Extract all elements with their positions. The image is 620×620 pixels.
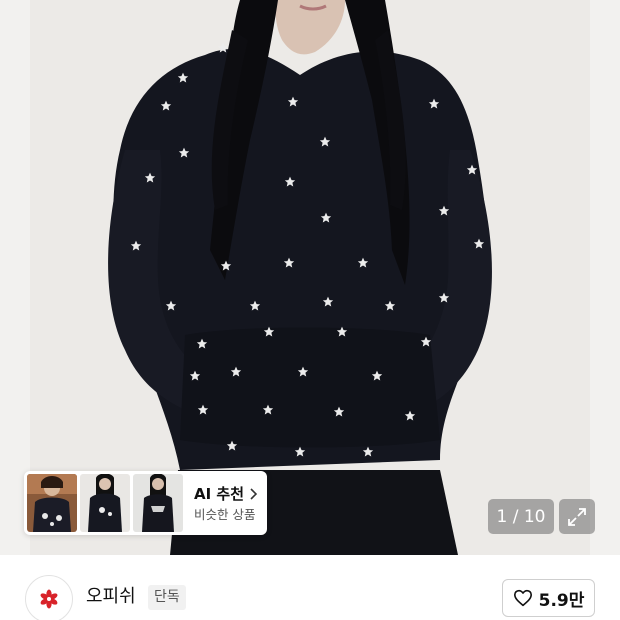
expand-icon	[568, 507, 586, 526]
brand-row: 오피쉬 단독 5.9만	[0, 555, 620, 620]
product-photo[interactable]: AI 추천 비슷한 상품 1 / 10	[0, 0, 620, 555]
ai-recommend-title-row: AI 추천	[194, 484, 258, 504]
similar-item-2-image	[80, 474, 130, 532]
ai-recommend-card[interactable]: AI 추천 비슷한 상품	[24, 471, 267, 535]
exclusive-badge: 단독	[148, 585, 186, 610]
ai-recommend-title: AI 추천	[194, 484, 245, 503]
ai-recommend-text: AI 추천 비슷한 상품	[194, 484, 258, 523]
product-detail-page: AI 추천 비슷한 상품 1 / 10 오피쉬 단독 5.9만	[0, 0, 620, 620]
heart-icon	[513, 589, 532, 607]
similar-item-1-image	[27, 474, 77, 532]
brand-name[interactable]: 오피쉬	[86, 585, 136, 609]
brand-logo[interactable]	[25, 575, 73, 620]
similar-item-thumbnail[interactable]	[80, 474, 130, 532]
like-button[interactable]: 5.9만	[502, 579, 595, 617]
expand-button[interactable]	[559, 499, 595, 534]
chevron-right-icon	[250, 487, 258, 500]
like-count: 5.9만	[538, 590, 585, 611]
ai-recommend-subtitle: 비슷한 상품	[194, 506, 256, 522]
brand-logo-icon	[40, 589, 58, 609]
similar-item-3-image	[133, 474, 183, 532]
similar-item-thumbnail[interactable]	[133, 474, 183, 532]
image-counter: 1 / 10	[488, 499, 554, 534]
similar-item-thumbnail[interactable]	[27, 474, 77, 532]
